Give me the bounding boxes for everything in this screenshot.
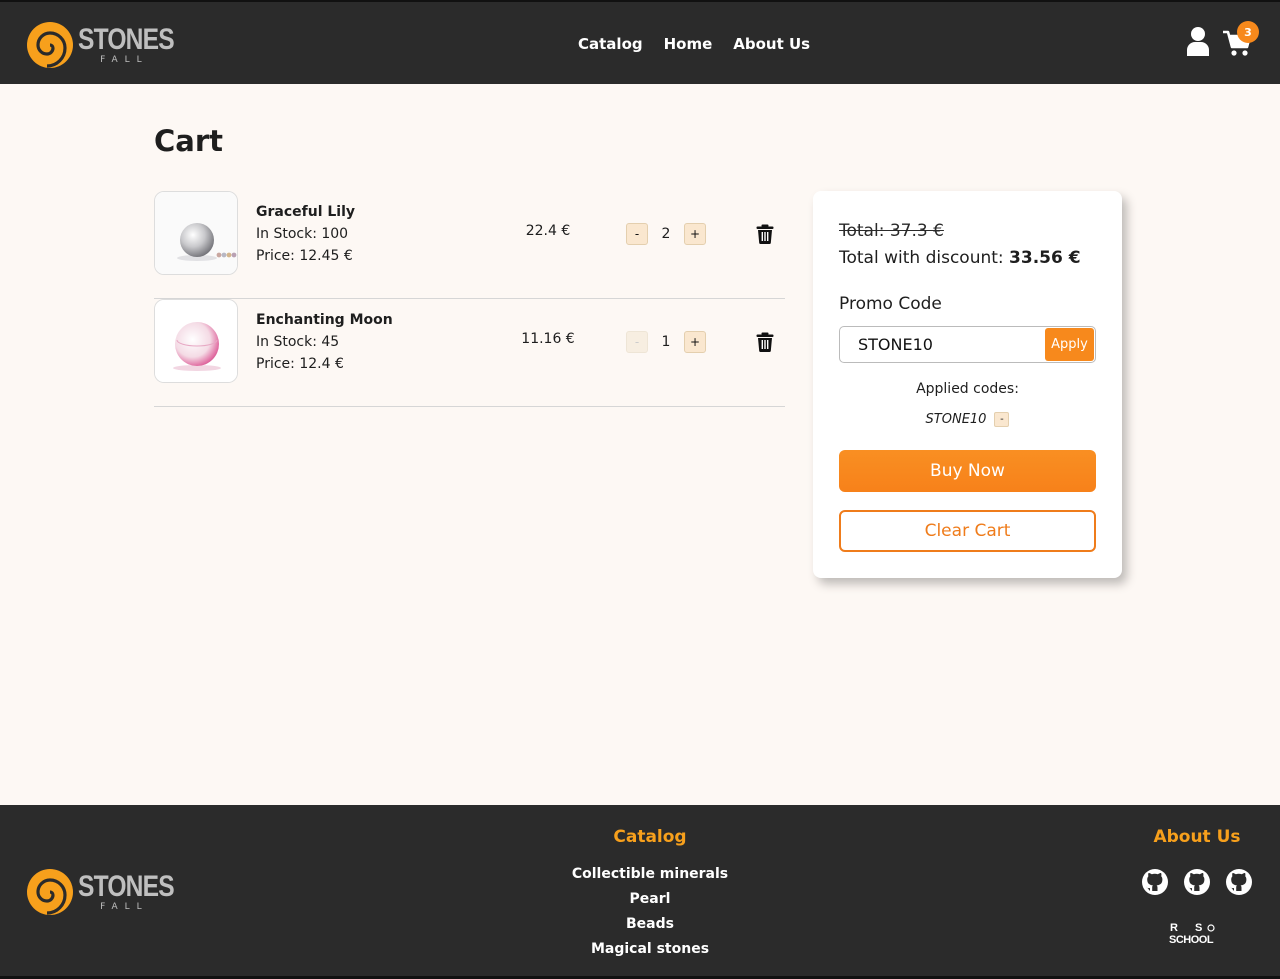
footer-link-beads[interactable]: Beads: [530, 912, 770, 937]
trash-icon[interactable]: [755, 332, 775, 352]
clear-cart-button[interactable]: Clear Cart: [839, 510, 1096, 552]
site-header: STONES FALL Catalog Home About Us 3: [0, 0, 1280, 84]
trash-icon[interactable]: [755, 224, 775, 244]
promo-code-input[interactable]: [840, 327, 1044, 362]
increase-qty-button[interactable]: +: [684, 331, 706, 353]
pearl-white-image: [155, 192, 237, 274]
quantity-stepper: - 2 +: [626, 223, 706, 245]
spiral-logo-icon: [27, 22, 73, 68]
buy-now-button[interactable]: Buy Now: [839, 450, 1096, 492]
discount-value: 33.56 €: [1009, 248, 1081, 268]
product-price: Price: 12.4 €: [256, 356, 344, 372]
cart-item: Enchanting Moon In Stock: 45 Price: 12.4…: [154, 299, 785, 407]
nav-catalog[interactable]: Catalog: [578, 35, 643, 53]
product-info: Graceful Lily In Stock: 100 Price: 12.45…: [256, 201, 355, 267]
applied-code-item: STONE10 -: [813, 412, 1122, 427]
site-footer: STONES FALL Catalog Collectible minerals…: [0, 805, 1280, 979]
product-name[interactable]: Enchanting Moon: [256, 309, 393, 331]
discount-label: Total with discount:: [839, 248, 1004, 268]
product-stock: In Stock: 45: [256, 334, 340, 350]
increase-qty-button[interactable]: +: [684, 223, 706, 245]
item-total: 11.16 €: [521, 331, 575, 347]
nav-home[interactable]: Home: [664, 35, 713, 53]
cart-item: Graceful Lily In Stock: 100 Price: 12.45…: [154, 191, 785, 299]
promo-code-label: Promo Code: [839, 294, 942, 314]
cart-list: Graceful Lily In Stock: 100 Price: 12.45…: [154, 191, 785, 407]
product-info: Enchanting Moon In Stock: 45 Price: 12.4…: [256, 309, 393, 375]
spiral-logo-icon: [27, 869, 73, 915]
applied-code: STONE10: [925, 412, 987, 427]
nav-about-us[interactable]: About Us: [733, 35, 810, 53]
page-title: Cart: [154, 124, 224, 158]
footer-link-collectible-minerals[interactable]: Collectible minerals: [530, 862, 770, 887]
github-icon[interactable]: [1183, 868, 1211, 896]
order-summary: Total: 37.3 € Total with discount: 33.56…: [813, 191, 1122, 578]
product-stock: In Stock: 100: [256, 226, 349, 242]
brand-sub: FALL: [100, 55, 149, 65]
footer-logo[interactable]: STONES FALL: [26, 868, 195, 916]
apply-promo-button[interactable]: Apply: [1045, 328, 1094, 361]
product-image[interactable]: [154, 191, 238, 275]
quantity-stepper: - 1 +: [626, 331, 706, 353]
pearl-pink-image: [155, 300, 237, 382]
item-total: 22.4 €: [525, 223, 571, 239]
cart-count-badge: 3: [1237, 21, 1259, 43]
product-name[interactable]: Graceful Lily: [256, 201, 355, 223]
brand-name: STONES: [78, 870, 175, 903]
svg-text:R: R: [1170, 922, 1178, 934]
main-nav: Catalog Home About Us: [578, 35, 810, 53]
product-image[interactable]: [154, 299, 238, 383]
brand-name: STONES: [78, 23, 175, 56]
github-icon[interactable]: [1141, 868, 1169, 896]
footer-catalog-title[interactable]: Catalog: [600, 827, 700, 847]
github-icon[interactable]: [1225, 868, 1253, 896]
brand-sub: FALL: [100, 902, 149, 912]
original-total: Total: 37.3 €: [839, 221, 944, 241]
footer-about-title[interactable]: About Us: [1140, 827, 1254, 847]
product-price: Price: 12.45 €: [256, 248, 353, 264]
promo-code-box: Apply: [839, 326, 1096, 363]
quantity-value: 1: [661, 334, 671, 350]
applied-codes-label: Applied codes:: [916, 381, 1019, 397]
discounted-total: Total with discount: 33.56 €: [839, 248, 1081, 268]
footer-link-magical-stones[interactable]: Magical stones: [530, 937, 770, 962]
svg-text:SCHOOL: SCHOOL: [1169, 934, 1214, 946]
remove-code-button[interactable]: -: [994, 412, 1010, 427]
decrease-qty-button[interactable]: -: [626, 331, 648, 353]
rs-school-logo[interactable]: R S SCHOOL: [1168, 920, 1228, 946]
brand-logo[interactable]: STONES FALL: [26, 21, 195, 69]
github-links: [1141, 868, 1253, 896]
footer-catalog-list: Collectible minerals Pearl Beads Magical…: [530, 862, 770, 962]
decrease-qty-button[interactable]: -: [626, 223, 648, 245]
user-icon[interactable]: [1186, 26, 1210, 56]
svg-text:S: S: [1195, 922, 1202, 934]
quantity-value: 2: [661, 226, 671, 242]
footer-link-pearl[interactable]: Pearl: [530, 887, 770, 912]
